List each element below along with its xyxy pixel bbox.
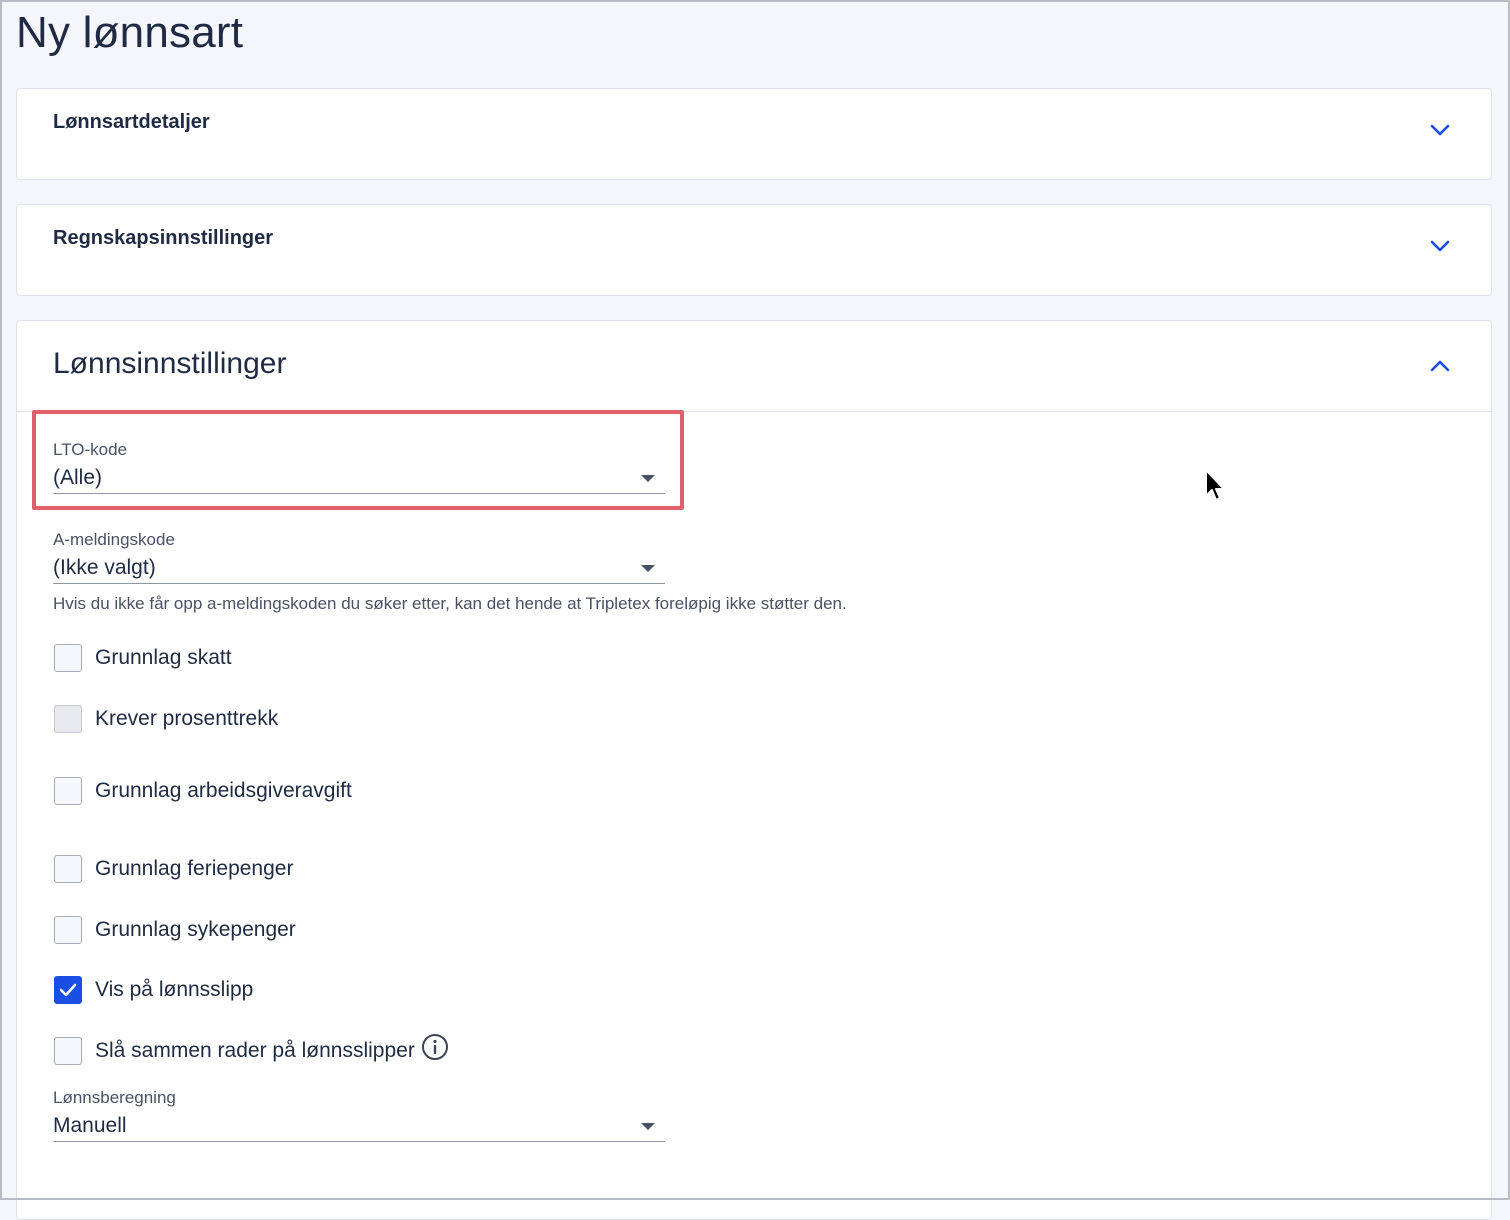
checkbox-box[interactable] [54, 1037, 82, 1065]
page-title: Ny lønnsart [16, 8, 244, 57]
checkbox-label: Krever prosenttrekk [95, 707, 279, 730]
checkbox-label: Slå sammen rader på lønnsslipper [95, 1039, 415, 1062]
checkbox-box [54, 705, 82, 733]
section-regnskapsinnstillinger[interactable]: Regnskapsinnstillinger [16, 204, 1492, 296]
chevron-down-icon[interactable] [1429, 119, 1451, 141]
checkbox-vis-pa-lonnsslipp[interactable]: Vis på lønnsslipp [54, 976, 253, 1004]
checkbox-box[interactable] [54, 644, 82, 672]
select-value: Manuell [53, 1113, 127, 1137]
select-control[interactable]: (Alle) [53, 462, 665, 494]
checkbox-box[interactable] [54, 976, 82, 1004]
checkbox-sla-sammen-rader[interactable]: Slå sammen rader på lønnsslipper [54, 1034, 449, 1065]
checkbox-grunnlag-feriepenger[interactable]: Grunnlag feriepenger [54, 855, 293, 883]
a-melding-code-select[interactable]: A-meldingskode (Ikke valgt) [53, 530, 665, 584]
field-label: Lønnsberegning [53, 1088, 176, 1107]
checkbox-grunnlag-skatt[interactable]: Grunnlag skatt [54, 644, 232, 672]
checkbox-label: Grunnlag arbeidsgiveravgift [95, 779, 352, 802]
section-title: Lønnsinnstillinger [53, 347, 287, 380]
checkbox-krever-prosenttrekk: Krever prosenttrekk [54, 705, 278, 733]
dropdown-caret-icon[interactable] [641, 1123, 655, 1130]
dropdown-caret-icon[interactable] [641, 475, 655, 482]
chevron-up-icon[interactable] [1429, 355, 1451, 377]
select-value: (Ikke valgt) [53, 555, 156, 579]
checkbox-label: Grunnlag sykepenger [95, 918, 296, 941]
chevron-down-icon[interactable] [1429, 235, 1451, 257]
section-title: Lønnsartdetaljer [53, 111, 210, 133]
checkbox-grunnlag-arbeidsgiveravgift[interactable]: Grunnlag arbeidsgiveravgift [54, 777, 352, 805]
checkbox-label: Grunnlag skatt [95, 646, 232, 669]
checkbox-box[interactable] [54, 916, 82, 944]
section-title: Regnskapsinnstillinger [53, 227, 274, 249]
lonnsberegning-select[interactable]: Lønnsberegning Manuell [53, 1088, 665, 1142]
select-control[interactable]: (Ikke valgt) [53, 552, 665, 584]
dropdown-caret-icon[interactable] [641, 565, 655, 572]
select-control[interactable]: Manuell [53, 1110, 665, 1142]
info-icon[interactable] [421, 1033, 449, 1061]
lto-code-select[interactable]: LTO-kode (Alle) [53, 440, 665, 494]
checkbox-label: Grunnlag feriepenger [95, 857, 294, 880]
field-label: LTO-kode [53, 440, 128, 459]
helper-text: Hvis du ikke får opp a-meldingskoden du … [53, 594, 847, 613]
select-value: (Alle) [53, 465, 103, 489]
checkbox-label: Vis på lønnsslipp [95, 978, 254, 1001]
checkmark-icon [59, 983, 77, 997]
checkbox-grunnlag-sykepenger[interactable]: Grunnlag sykepenger [54, 916, 296, 944]
checkbox-box[interactable] [54, 855, 82, 883]
field-label: A-meldingskode [53, 530, 175, 549]
mouse-cursor-icon [1204, 468, 1228, 509]
section-lonnsartdetaljer[interactable]: Lønnsartdetaljer [16, 88, 1492, 180]
checkbox-box[interactable] [54, 777, 82, 805]
